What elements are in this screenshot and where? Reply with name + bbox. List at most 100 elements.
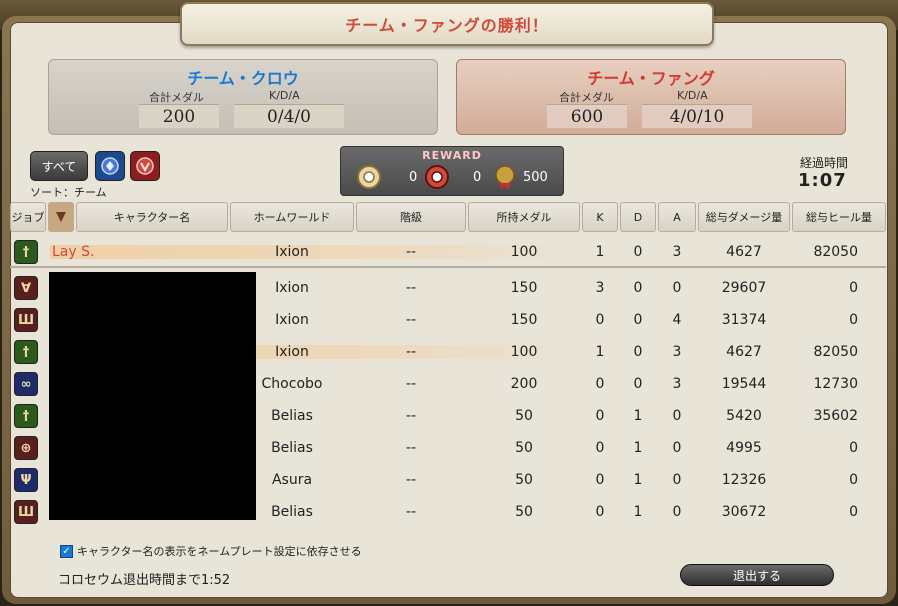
rank: --: [405, 344, 417, 360]
reward-item-3-count: 500: [523, 169, 548, 185]
team-crow-name: チーム・クロウ: [187, 69, 299, 88]
self-deaths: 0: [633, 244, 643, 260]
reward-item-3: 500: [491, 163, 548, 191]
team-crow-medals: 200: [139, 104, 219, 128]
kills: 0: [595, 472, 605, 488]
healing: 0: [849, 472, 858, 488]
medals: 50: [515, 408, 533, 424]
nameplate-setting-checkbox[interactable]: ✓ キャラクター名の表示をネームプレート設定に依存させる: [60, 543, 362, 559]
result-title-plate: チーム・ファングの勝利！: [180, 2, 714, 46]
gold-medal-icon: [495, 165, 515, 190]
self-assists: 3: [672, 244, 682, 260]
team-fang-box: チーム・ファング 合計メダル K/D/A 600 4/0/10: [456, 59, 846, 135]
team-crow-kda-label: K/D/A: [269, 89, 300, 102]
self-character-name: Lay S.: [52, 244, 95, 260]
rank: --: [405, 440, 417, 456]
reward-item-2-count: 0: [473, 169, 482, 185]
medals: 50: [515, 440, 533, 456]
team-crow-box: チーム・クロウ 合計メダル K/D/A 200 0/4/0: [48, 59, 438, 135]
rank: --: [405, 312, 417, 328]
assists: 0: [672, 440, 682, 456]
self-home-world: Ixion: [275, 244, 309, 260]
self-row-divider: [10, 266, 886, 268]
kills: 0: [595, 504, 605, 520]
nameplate-setting-label: キャラクター名の表示をネームプレート設定に依存させる: [77, 545, 362, 558]
team-crow-medal-label: 合計メダル: [149, 91, 204, 104]
healing: 35602: [813, 408, 858, 424]
deaths: 0: [633, 376, 643, 392]
healing: 0: [849, 280, 858, 296]
header-deaths[interactable]: D: [620, 202, 656, 232]
team-sort-icon: [56, 212, 66, 222]
kills: 0: [595, 376, 605, 392]
elapsed-time-value: 1:07: [798, 170, 847, 191]
deaths: 1: [633, 504, 643, 520]
header-character-name[interactable]: キャラクター名: [76, 202, 228, 232]
filter-crow-button[interactable]: [95, 151, 125, 181]
damage: 12326: [721, 472, 767, 488]
kills: 0: [595, 408, 605, 424]
kills: 1: [595, 344, 605, 360]
medals: 200: [510, 376, 538, 392]
team-crow-kda: 0/4/0: [234, 104, 344, 128]
header-home-world[interactable]: ホームワールド: [230, 202, 354, 232]
astrologian-job-icon: †: [14, 404, 38, 428]
scoreboard-self-row[interactable]: † Lay S. Ixion -- 100 1 0 3 4627 82050: [10, 237, 886, 267]
rank: --: [405, 280, 417, 296]
deaths: 1: [633, 440, 643, 456]
reward-item-1-count: 0: [409, 169, 418, 185]
deaths: 1: [633, 472, 643, 488]
reward-item-1: 0: [355, 163, 417, 191]
machinist-job-icon: ⊕: [14, 436, 38, 460]
header-healing[interactable]: 総与ヒール量: [792, 202, 886, 232]
checkbox-checked-icon: ✓: [60, 544, 73, 558]
rank: --: [405, 408, 417, 424]
damage: 4995: [726, 440, 762, 456]
self-rank: --: [405, 244, 417, 260]
deaths: 0: [633, 344, 643, 360]
medals: 100: [510, 344, 538, 360]
reward-title: REWARD: [422, 149, 482, 162]
damage: 4627: [726, 344, 762, 360]
header-medals[interactable]: 所持メダル: [468, 202, 580, 232]
wolf-mark-icon: [357, 165, 381, 189]
medals: 150: [510, 312, 538, 328]
header-damage[interactable]: 総与ダメージ量: [698, 202, 790, 232]
header-rank[interactable]: 階級: [356, 202, 466, 232]
healing: 0: [849, 312, 858, 328]
header-kills[interactable]: K: [582, 202, 618, 232]
filter-fang-button[interactable]: [130, 151, 160, 181]
reward-box: REWARD 0 0 500: [340, 146, 564, 196]
rank: --: [405, 376, 417, 392]
self-healing: 82050: [813, 244, 858, 260]
damage: 19544: [721, 376, 767, 392]
deaths: 0: [633, 280, 643, 296]
damage: 29607: [721, 280, 767, 296]
monk-job-icon: ∞: [14, 372, 38, 396]
kills: 0: [595, 440, 605, 456]
healing: 12730: [813, 376, 858, 392]
damage: 31374: [721, 312, 767, 328]
paladin-job-icon: Ш: [14, 500, 38, 524]
exit-button[interactable]: 退出する: [680, 564, 834, 586]
header-assists[interactable]: A: [658, 202, 696, 232]
elapsed-time-label: 経過時間: [800, 156, 849, 170]
team-fang-name: チーム・ファング: [587, 69, 715, 88]
astrologian-job-icon: †: [14, 340, 38, 364]
assists: 4: [672, 312, 682, 328]
scoreboard-header: ジョブ キャラクター名 ホームワールド 階級 所持メダル K D A 総与ダメー…: [10, 202, 886, 232]
healing: 82050: [813, 344, 858, 360]
rank: --: [405, 504, 417, 520]
header-job[interactable]: ジョブ: [10, 202, 46, 232]
paladin-job-icon: Ш: [14, 308, 38, 332]
header-team-sort[interactable]: [48, 202, 74, 232]
red-seal-icon: [425, 165, 449, 189]
team-fang-kda-label: K/D/A: [677, 89, 708, 102]
filter-all-button[interactable]: すべて: [30, 151, 88, 181]
astrologian-job-icon: †: [14, 240, 38, 264]
healing: 0: [849, 504, 858, 520]
crow-emblem-icon: [101, 157, 119, 175]
medals: 50: [515, 472, 533, 488]
dragoon-job-icon: ∀: [14, 276, 38, 300]
dark-knight-job-icon: Ψ: [14, 468, 38, 492]
